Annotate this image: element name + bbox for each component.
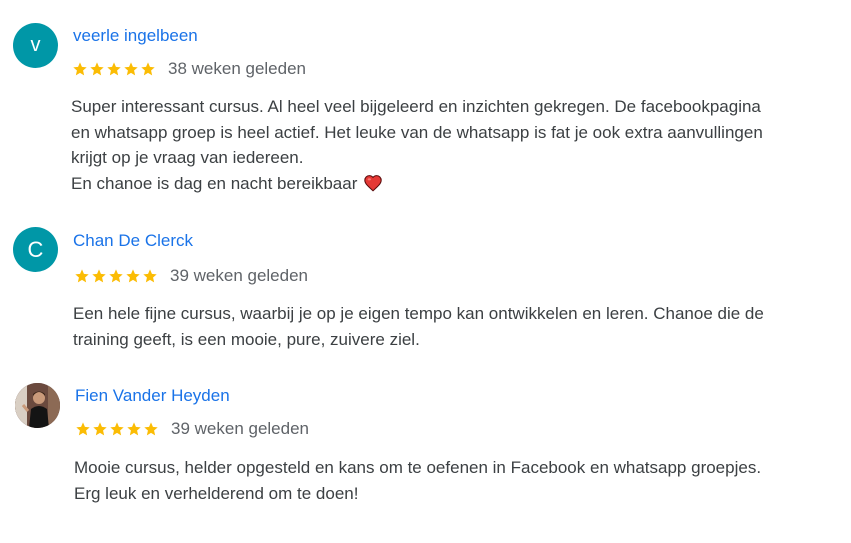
review-author-link[interactable]: veerle ingelbeen <box>73 26 198 46</box>
profile-photo <box>15 383 60 428</box>
review-text-line: Een hele fijne cursus, waarbij je op je … <box>73 304 764 323</box>
review-text-line: Erg leuk en verhelderend om te doen! <box>74 483 359 503</box>
avatar[interactable]: C <box>13 227 58 272</box>
star-icon <box>92 269 106 283</box>
review-meta: 39 weken geleden <box>75 419 309 439</box>
star-icon <box>127 422 141 436</box>
star-icon <box>124 62 138 76</box>
review-text-line: krijgt op je vraag van iedereen. <box>71 148 304 167</box>
star-icon <box>143 269 157 283</box>
star-icon <box>141 62 155 76</box>
star-icon <box>90 62 104 76</box>
review-author-link[interactable]: Chan De Clerck <box>73 231 193 251</box>
star-rating <box>74 268 158 284</box>
review-date: 39 weken geleden <box>171 419 310 438</box>
review-meta: 39 weken geleden <box>74 266 308 286</box>
star-icon <box>75 269 89 283</box>
review-meta: 38 weken geleden <box>72 59 306 79</box>
review-text-line: en whatsapp groep is heel actief. Het le… <box>71 122 763 142</box>
star-icon <box>73 62 87 76</box>
star-rating <box>72 61 156 77</box>
star-icon <box>144 422 158 436</box>
star-icon <box>110 422 124 436</box>
red-heart-icon <box>364 174 383 191</box>
review-text: Super interessant cursus. Al heel veel b… <box>71 94 811 196</box>
avatar-letter: v <box>30 34 41 56</box>
star-icon <box>126 269 140 283</box>
review-text-line: training geeft, is een mooie, pure, zuiv… <box>73 329 420 349</box>
review-text: Een hele fijne cursus, waarbij je op je … <box>73 301 813 352</box>
review-author-link[interactable]: Fien Vander Heyden <box>75 386 230 406</box>
star-rating <box>75 421 159 437</box>
review-date: 39 weken geleden <box>170 266 309 285</box>
avatar[interactable] <box>15 383 60 428</box>
review-text-line: En chanoe is dag en nacht bereikbaar <box>71 173 358 193</box>
review-text: Mooie cursus, helder opgesteld en kans o… <box>74 455 814 506</box>
review-text-line-with-heart: En chanoe is dag en nacht bereikbaar <box>71 171 811 197</box>
avatar[interactable]: v <box>13 23 58 68</box>
star-icon <box>109 269 123 283</box>
review-text-line: Super interessant cursus. Al heel veel b… <box>71 97 761 116</box>
star-icon <box>76 422 90 436</box>
avatar-letter: C <box>27 236 44 262</box>
review-text-line: Mooie cursus, helder opgesteld en kans o… <box>74 458 762 477</box>
star-icon <box>93 422 107 436</box>
review-date: 38 weken geleden <box>168 59 307 78</box>
star-icon <box>107 62 121 76</box>
